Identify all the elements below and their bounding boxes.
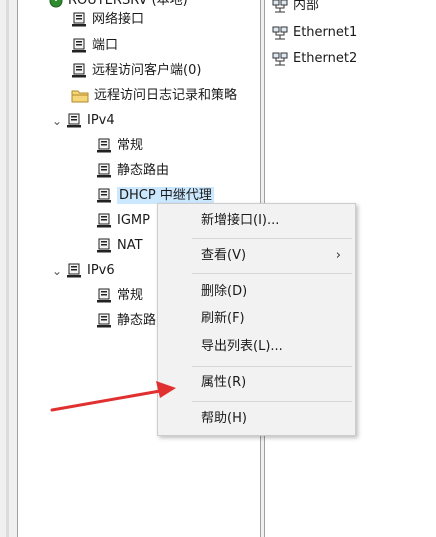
network-interface-icon xyxy=(272,26,288,40)
menu-item-properties[interactable]: 属性(R) xyxy=(158,370,355,396)
server-icon xyxy=(97,288,111,303)
menu-item-label: 属性(R) xyxy=(201,375,247,390)
tree-item-igmp[interactable]: IGMP xyxy=(96,209,150,233)
server-icon xyxy=(72,63,86,78)
network-interface-icon xyxy=(272,0,288,13)
server-icon xyxy=(67,263,81,278)
list-item[interactable]: Ethernet2 xyxy=(272,47,357,71)
tree-item-label: IGMP xyxy=(117,213,150,228)
tree-item-label: 端口 xyxy=(92,38,119,53)
list-item-label: 内部 xyxy=(293,0,320,13)
list-item[interactable]: Ethernet1 xyxy=(272,21,357,45)
tree-item-network-interfaces[interactable]: 网络接口 xyxy=(71,8,144,32)
chevron-down-icon[interactable]: ⌄ xyxy=(52,259,66,283)
tree-item-ipv4-general[interactable]: 常规 xyxy=(96,134,143,158)
chevron-right-icon: › xyxy=(335,248,341,263)
menu-item-label: 导出列表(L)... xyxy=(201,339,283,354)
menu-separator xyxy=(192,238,352,239)
list-item-label: Ethernet2 xyxy=(293,51,358,66)
server-icon xyxy=(72,12,86,27)
tree-item-ipv4[interactable]: ⌄ IPv4 xyxy=(52,109,115,133)
tree-item-label: 常规 xyxy=(117,138,144,153)
menu-separator xyxy=(192,273,352,274)
tree-item-label: 常规 xyxy=(117,288,144,303)
menu-item-help[interactable]: 帮助(H) xyxy=(158,406,355,432)
chevron-down-icon[interactable]: ⌄ xyxy=(52,109,66,133)
folder-icon xyxy=(71,90,89,103)
tree-item-ports[interactable]: 端口 xyxy=(71,34,118,58)
menu-item-refresh[interactable]: 刷新(F) xyxy=(158,306,355,332)
list-item-label: Ethernet1 xyxy=(293,25,358,40)
server-icon xyxy=(97,163,111,178)
tree-item-label: DHCP 中继代理 xyxy=(117,187,214,204)
power-icon xyxy=(49,0,63,8)
menu-item-view[interactable]: 查看(V) › xyxy=(158,243,355,269)
tree-item-label: 远程访问日志记录和策略 xyxy=(94,88,238,103)
server-icon xyxy=(97,313,111,328)
tree-item-label: IPv6 xyxy=(87,263,115,278)
context-menu: 新增接口(I)... 查看(V) › 删除(D) 刷新(F) 导出列表(L)...… xyxy=(157,203,356,436)
server-icon xyxy=(97,188,111,203)
tree-item-nat[interactable]: NAT xyxy=(96,234,143,258)
tree-item-label: 网络接口 xyxy=(92,12,145,27)
server-icon xyxy=(97,213,111,228)
tree-item-ipv6-general[interactable]: 常规 xyxy=(96,284,143,308)
list-item[interactable]: 内部 xyxy=(272,0,319,18)
tree-item-remote-logging[interactable]: 远程访问日志记录和策略 xyxy=(71,84,237,108)
menu-separator xyxy=(192,401,352,402)
menu-item-label: 帮助(H) xyxy=(201,411,247,426)
server-icon xyxy=(67,113,81,128)
tree-root-label: ROUTERSRV (本地) xyxy=(68,0,188,8)
tree-item-ipv4-static-routes[interactable]: 静态路由 xyxy=(96,159,169,183)
network-interface-icon xyxy=(272,52,288,66)
server-icon xyxy=(97,238,111,253)
tree-item-label: 静态路由 xyxy=(117,163,170,178)
tree-item-label: IPv4 xyxy=(87,113,115,128)
server-icon xyxy=(72,38,86,53)
tree-item-label: 远程访问客户端(0) xyxy=(92,63,202,78)
left-scroll-track xyxy=(6,0,9,537)
left-window-border xyxy=(0,0,18,537)
menu-item-new-interface[interactable]: 新增接口(I)... xyxy=(158,208,355,234)
menu-item-label: 查看(V) xyxy=(201,248,247,263)
menu-item-label: 新增接口(I)... xyxy=(201,213,280,228)
tree-item-ipv6[interactable]: ⌄ IPv6 xyxy=(52,259,115,283)
menu-item-label: 删除(D) xyxy=(201,284,248,299)
tree-item-label: NAT xyxy=(117,238,143,253)
menu-item-delete[interactable]: 删除(D) xyxy=(158,279,355,305)
tree-item-remote-clients[interactable]: 远程访问客户端(0) xyxy=(71,59,201,83)
menu-item-export-list[interactable]: 导出列表(L)... xyxy=(158,334,355,360)
server-icon xyxy=(97,138,111,153)
menu-separator xyxy=(192,366,352,367)
menu-item-label: 刷新(F) xyxy=(201,311,245,326)
